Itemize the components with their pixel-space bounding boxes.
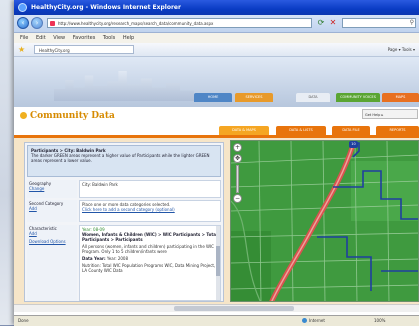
title-bar: HealthyCity.org - Windows Internet Explo… [14, 0, 419, 15]
panel-header-text: The darker GREEN areas represent a highe… [31, 153, 210, 163]
forward-button[interactable]: › [31, 17, 43, 29]
zoom-slider[interactable] [236, 165, 239, 193]
nav-community-voices[interactable]: COMMUNITY VOICES [336, 93, 380, 102]
characteristic-title: Women, Infants & Children (WIC) > WIC Pa… [82, 232, 218, 242]
favorites-bar: ★ HealthyCity.org Page ▾ Tools ▾ [14, 43, 419, 57]
page-scroll-thumb[interactable] [174, 306, 294, 311]
page-title: Community Data [20, 111, 115, 121]
page-header: Community Data Get Help ▸ [14, 107, 419, 125]
browser-tab[interactable]: HealthyCity.org [34, 45, 134, 54]
tab-data-lists[interactable]: DATA & LISTS [276, 126, 326, 135]
address-bar: ‹ › http://www.healthycity.org/research_… [14, 15, 419, 33]
panel-scroll-thumb[interactable] [216, 246, 220, 276]
highway-shield-icon: 10 [349, 141, 358, 148]
title-bullet-icon [20, 112, 27, 119]
menu-favorites[interactable]: Favorites [73, 35, 96, 41]
tab-data-maps[interactable]: DATA & MAPS [219, 126, 269, 135]
address-input[interactable]: http://www.healthycity.org/research_maps… [47, 18, 312, 28]
page-title-text: Community Data [30, 111, 115, 121]
search-icon[interactable]: ⚲ [410, 19, 414, 27]
data-panel: Participants > City: Baldwin Park The da… [24, 142, 224, 302]
geography-change-link[interactable]: Change [29, 186, 75, 191]
tab-reports[interactable]: REPORTS [376, 126, 419, 135]
download-options-link[interactable]: Download Options [29, 239, 75, 244]
main-frame: Participants > City: Baldwin Park The da… [14, 138, 419, 304]
geography-row: Geography Change City: Baldwin Park [27, 180, 221, 198]
pan-button[interactable]: ✥ [233, 154, 242, 163]
command-bar[interactable]: Page ▾ Tools ▾ [388, 45, 415, 54]
address-text: http://www.healthycity.org/research_maps… [58, 21, 214, 26]
globe-icon [302, 318, 307, 323]
panel-scrollbar[interactable] [216, 226, 220, 300]
characteristic-label-cell: Characteristic Add Download Options [27, 225, 77, 301]
data-year-value: Year: 2008 [106, 256, 129, 261]
second-category-add-link[interactable]: Add [29, 206, 75, 211]
menu-bar: File Edit View Favorites Tools Help [14, 33, 419, 43]
data-year-label: Data Year: [82, 256, 106, 261]
tab-data-file[interactable]: DATA FILE [332, 126, 370, 135]
map-view[interactable]: 10 + ✥ − [230, 140, 419, 302]
nav-home[interactable]: HOME [194, 93, 232, 102]
second-category-label-cell: Second Category Add [27, 200, 77, 222]
geography-label-cell: Geography Change [27, 180, 77, 198]
favorites-star-icon[interactable]: ★ [18, 45, 25, 54]
zoom-out-button[interactable]: − [233, 194, 242, 203]
browser-window: HealthyCity.org - Windows Internet Explo… [14, 0, 419, 326]
section-tabs: DATA & MAPS DATA & LISTS DATA FILE REPOR… [14, 125, 419, 135]
map-region-dark [231, 231, 271, 301]
menu-help[interactable]: Help [123, 35, 134, 41]
help-button[interactable]: Get Help ▸ [362, 109, 418, 119]
characteristic-description: All persons (women, infants and children… [82, 244, 214, 254]
map-region-light [351, 161, 418, 221]
nav-services[interactable]: SERVICES [235, 93, 273, 102]
data-source-note: Nutrition: Total WIC Population Programs… [82, 263, 216, 273]
second-category-value: Place one or more data categories select… [79, 200, 221, 222]
page-content: HOME SERVICES DATA COMMUNITY VOICES MAPS… [14, 57, 419, 315]
site-banner: HOME SERVICES DATA COMMUNITY VOICES MAPS [14, 57, 419, 107]
refresh-icon[interactable]: ⟳ [316, 18, 326, 28]
map-canvas [231, 141, 418, 301]
stop-icon[interactable]: ✕ [328, 18, 338, 28]
menu-view[interactable]: View [53, 35, 65, 41]
menu-edit[interactable]: Edit [36, 35, 46, 41]
skyline-graphic [54, 71, 194, 101]
menu-tools[interactable]: Tools [103, 35, 115, 41]
site-favicon-icon [50, 21, 55, 26]
ie-icon [18, 3, 27, 12]
characteristic-row: Characteristic Add Download Options Year… [27, 225, 221, 301]
menu-file[interactable]: File [20, 35, 28, 41]
map-zoom-control: + ✥ − [233, 143, 242, 203]
status-bar: Done Internet 100% [14, 315, 419, 326]
characteristic-add-link[interactable]: Add [29, 231, 75, 236]
second-category-row: Second Category Add Place one or more da… [27, 200, 221, 222]
page-horizontal-scrollbar[interactable] [14, 304, 419, 312]
zoom-in-button[interactable]: + [233, 143, 242, 152]
search-input[interactable]: ⚲ [342, 18, 416, 28]
nav-data[interactable]: DATA [296, 93, 330, 102]
zone-label: Internet [309, 318, 325, 323]
geography-value: City: Baldwin Park [79, 180, 221, 198]
characteristic-value: Year: 08-09 Women, Infants & Children (W… [79, 225, 221, 301]
panel-header: Participants > City: Baldwin Park The da… [27, 145, 221, 177]
nav-maps[interactable]: MAPS [382, 93, 419, 102]
window-title: HealthyCity.org - Windows Internet Explo… [31, 4, 181, 11]
back-button[interactable]: ‹ [17, 17, 29, 29]
add-second-category-link[interactable]: Click here to add a second category (opt… [82, 207, 218, 212]
